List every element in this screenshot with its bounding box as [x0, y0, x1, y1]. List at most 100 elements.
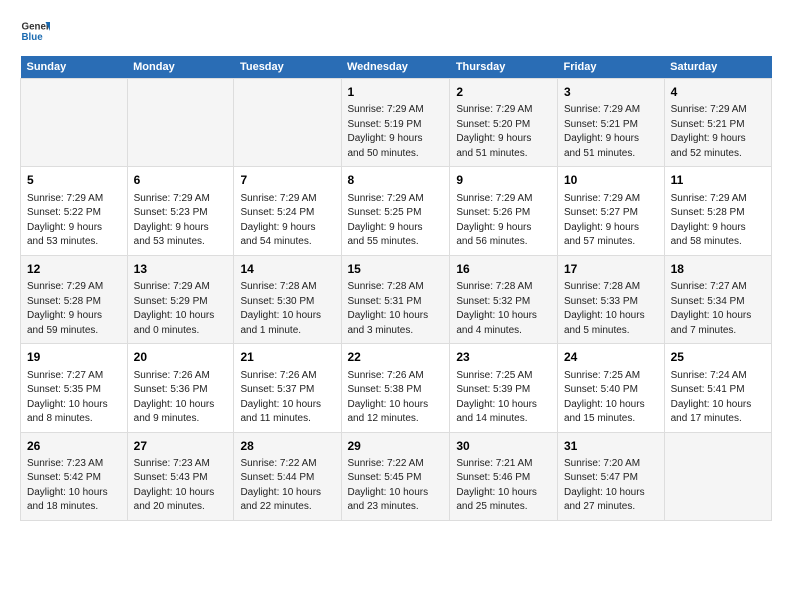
calendar-cell: 12 Sunrise: 7:29 AM Sunset: 5:28 PM Dayli…: [21, 255, 128, 343]
date-number: 17: [564, 261, 658, 278]
day-header-tuesday: Tuesday: [234, 56, 341, 79]
day-header-sunday: Sunday: [21, 56, 128, 79]
calendar-cell: 11 Sunrise: 7:29 AM Sunset: 5:28 PM Dayli…: [664, 167, 771, 255]
day-header-thursday: Thursday: [450, 56, 558, 79]
calendar-cell: [127, 79, 234, 167]
cell-content: Sunrise: 7:23 AM Sunset: 5:43 PM Dayligh…: [134, 457, 228, 515]
cell-content: Sunrise: 7:28 AM Sunset: 5:32 PM Dayligh…: [456, 280, 551, 338]
calendar-cell: 19Sunrise: 7:27 AM Sunset: 5:35 PM Dayli…: [21, 344, 128, 432]
calendar-cell: 8 Sunrise: 7:29 AM Sunset: 5:25 PM Daylig…: [341, 167, 450, 255]
date-number: 8: [348, 172, 444, 189]
date-number: 15: [348, 261, 444, 278]
calendar-cell: [21, 79, 128, 167]
date-number: 12: [27, 261, 121, 278]
cell-content: Sunrise: 7:29 AM Sunset: 5:26 PM Dayligh…: [456, 192, 551, 250]
cell-content: Sunrise: 7:28 AM Sunset: 5:31 PM Dayligh…: [348, 280, 444, 338]
svg-text:Blue: Blue: [22, 32, 44, 43]
calendar-cell: 6 Sunrise: 7:29 AM Sunset: 5:23 PM Daylig…: [127, 167, 234, 255]
date-number: 26: [27, 438, 121, 455]
date-number: 7: [240, 172, 334, 189]
date-number: 2: [456, 84, 551, 101]
svg-text:General: General: [22, 22, 51, 33]
date-number: 27: [134, 438, 228, 455]
cell-content: Sunrise: 7:22 AM Sunset: 5:44 PM Dayligh…: [240, 457, 334, 515]
cell-content: Sunrise: 7:29 AM Sunset: 5:21 PM Dayligh…: [564, 103, 658, 161]
date-number: 25: [671, 349, 765, 366]
cell-content: Sunrise: 7:29 AM Sunset: 5:23 PM Dayligh…: [134, 192, 228, 250]
date-number: 16: [456, 261, 551, 278]
cell-content: Sunrise: 7:25 AM Sunset: 5:40 PM Dayligh…: [564, 369, 658, 427]
calendar-week-5: 26 Sunrise: 7:23 AM Sunset: 5:42 PM Dayli…: [21, 432, 772, 520]
calendar-cell: 17 Sunrise: 7:28 AM Sunset: 5:33 PM Dayli…: [557, 255, 664, 343]
date-number: 19: [27, 349, 121, 366]
logo: General Blue: [20, 16, 54, 46]
calendar-cell: 4 Sunrise: 7:29 AM Sunset: 5:21 PM Daylig…: [664, 79, 771, 167]
date-number: 28: [240, 438, 334, 455]
calendar-cell: 15 Sunrise: 7:28 AM Sunset: 5:31 PM Dayli…: [341, 255, 450, 343]
cell-content: Sunrise: 7:28 AM Sunset: 5:30 PM Dayligh…: [240, 280, 334, 338]
date-number: 22: [348, 349, 444, 366]
calendar-cell: 18Sunrise: 7:27 AM Sunset: 5:34 PM Dayli…: [664, 255, 771, 343]
cell-content: Sunrise: 7:29 AM Sunset: 5:27 PM Dayligh…: [564, 192, 658, 250]
cell-content: Sunrise: 7:29 AM Sunset: 5:20 PM Dayligh…: [456, 103, 551, 161]
date-number: 9: [456, 172, 551, 189]
date-number: 11: [671, 172, 765, 189]
cell-content: Sunrise: 7:22 AM Sunset: 5:45 PM Dayligh…: [348, 457, 444, 515]
cell-content: Sunrise: 7:29 AM Sunset: 5:21 PM Dayligh…: [671, 103, 765, 161]
calendar-week-4: 19Sunrise: 7:27 AM Sunset: 5:35 PM Dayli…: [21, 344, 772, 432]
cell-content: Sunrise: 7:28 AM Sunset: 5:33 PM Dayligh…: [564, 280, 658, 338]
day-header-monday: Monday: [127, 56, 234, 79]
calendar-cell: 30Sunrise: 7:21 AM Sunset: 5:46 PM Dayli…: [450, 432, 558, 520]
calendar-cell: [664, 432, 771, 520]
cell-content: Sunrise: 7:26 AM Sunset: 5:38 PM Dayligh…: [348, 369, 444, 427]
date-number: 24: [564, 349, 658, 366]
date-number: 23: [456, 349, 551, 366]
calendar-week-1: 1Sunrise: 7:29 AM Sunset: 5:19 PM Daylig…: [21, 79, 772, 167]
cell-content: Sunrise: 7:23 AM Sunset: 5:42 PM Dayligh…: [27, 457, 121, 515]
date-number: 21: [240, 349, 334, 366]
calendar-cell: 7 Sunrise: 7:29 AM Sunset: 5:24 PM Daylig…: [234, 167, 341, 255]
calendar-cell: 28 Sunrise: 7:22 AM Sunset: 5:44 PM Dayli…: [234, 432, 341, 520]
calendar-cell: 21Sunrise: 7:26 AM Sunset: 5:37 PM Dayli…: [234, 344, 341, 432]
date-number: 13: [134, 261, 228, 278]
calendar-cell: 25 Sunrise: 7:24 AM Sunset: 5:41 PM Dayli…: [664, 344, 771, 432]
cell-content: Sunrise: 7:29 AM Sunset: 5:19 PM Dayligh…: [348, 103, 444, 161]
day-header-friday: Friday: [557, 56, 664, 79]
date-number: 4: [671, 84, 765, 101]
date-number: 5: [27, 172, 121, 189]
calendar-cell: 27 Sunrise: 7:23 AM Sunset: 5:43 PM Dayli…: [127, 432, 234, 520]
logo-icon: General Blue: [20, 16, 50, 46]
calendar-table: SundayMondayTuesdayWednesdayThursdayFrid…: [20, 56, 772, 521]
date-number: 3: [564, 84, 658, 101]
calendar-cell: 13 Sunrise: 7:29 AM Sunset: 5:29 PM Dayli…: [127, 255, 234, 343]
calendar-container: General Blue SundayMondayTuesdayWednesda…: [0, 0, 792, 612]
calendar-cell: [234, 79, 341, 167]
cell-content: Sunrise: 7:29 AM Sunset: 5:25 PM Dayligh…: [348, 192, 444, 250]
calendar-cell: 22 Sunrise: 7:26 AM Sunset: 5:38 PM Dayli…: [341, 344, 450, 432]
date-number: 10: [564, 172, 658, 189]
date-number: 31: [564, 438, 658, 455]
calendar-cell: 24 Sunrise: 7:25 AM Sunset: 5:40 PM Dayli…: [557, 344, 664, 432]
calendar-week-2: 5Sunrise: 7:29 AM Sunset: 5:22 PM Daylig…: [21, 167, 772, 255]
date-number: 20: [134, 349, 228, 366]
calendar-header-row: SundayMondayTuesdayWednesdayThursdayFrid…: [21, 56, 772, 79]
cell-content: Sunrise: 7:29 AM Sunset: 5:24 PM Dayligh…: [240, 192, 334, 250]
cell-content: Sunrise: 7:24 AM Sunset: 5:41 PM Dayligh…: [671, 369, 765, 427]
date-number: 18: [671, 261, 765, 278]
calendar-cell: 5Sunrise: 7:29 AM Sunset: 5:22 PM Daylig…: [21, 167, 128, 255]
calendar-cell: 29Sunrise: 7:22 AM Sunset: 5:45 PM Dayli…: [341, 432, 450, 520]
cell-content: Sunrise: 7:29 AM Sunset: 5:28 PM Dayligh…: [27, 280, 121, 338]
cell-content: Sunrise: 7:29 AM Sunset: 5:29 PM Dayligh…: [134, 280, 228, 338]
day-header-saturday: Saturday: [664, 56, 771, 79]
cell-content: Sunrise: 7:25 AM Sunset: 5:39 PM Dayligh…: [456, 369, 551, 427]
cell-content: Sunrise: 7:29 AM Sunset: 5:28 PM Dayligh…: [671, 192, 765, 250]
date-number: 6: [134, 172, 228, 189]
calendar-cell: 3 Sunrise: 7:29 AM Sunset: 5:21 PM Daylig…: [557, 79, 664, 167]
calendar-cell: 26 Sunrise: 7:23 AM Sunset: 5:42 PM Dayli…: [21, 432, 128, 520]
calendar-cell: 31Sunrise: 7:20 AM Sunset: 5:47 PM Dayli…: [557, 432, 664, 520]
calendar-cell: 9 Sunrise: 7:29 AM Sunset: 5:26 PM Daylig…: [450, 167, 558, 255]
calendar-cell: 10 Sunrise: 7:29 AM Sunset: 5:27 PM Dayli…: [557, 167, 664, 255]
calendar-cell: 23 Sunrise: 7:25 AM Sunset: 5:39 PM Dayli…: [450, 344, 558, 432]
date-number: 14: [240, 261, 334, 278]
calendar-cell: 14 Sunrise: 7:28 AM Sunset: 5:30 PM Dayli…: [234, 255, 341, 343]
